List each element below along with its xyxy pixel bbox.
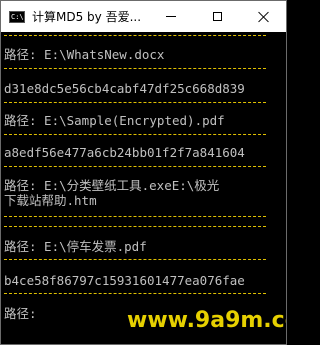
minimize-button[interactable] <box>148 1 194 32</box>
separator-line <box>4 226 266 227</box>
console-line-prompt: 路径: <box>4 306 37 321</box>
separator-line <box>4 259 266 260</box>
separator-line <box>4 68 266 69</box>
separator-line <box>4 35 266 36</box>
console-line-hash: d31e8dc5e56cb4cabf47df25c668d839 <box>4 81 245 96</box>
separator-line <box>4 166 266 167</box>
separator-line <box>4 134 266 135</box>
console-line-path: 路径: E:\停车发票.pdf <box>4 239 147 254</box>
console-line-path: 路径: E:\WhatsNew.docx <box>4 47 165 62</box>
title-bar[interactable]: C:\ 计算MD5 by 吾爱... <box>1 1 286 32</box>
window-title: 计算MD5 by 吾爱... <box>32 10 142 24</box>
separator-line <box>4 293 266 294</box>
console-line-hash: a8edf56e477a6cb24bb01f2f7a841604 <box>4 145 245 160</box>
close-button[interactable] <box>240 1 286 32</box>
console-line-hash: b4ce58f86797c15931601477ea076fae <box>4 273 245 288</box>
site-watermark: www.9a9m.com <box>127 296 286 344</box>
console-line-path: 路径: E:\分类壁纸工具.exeE:\极光 <box>4 178 220 193</box>
console-app-icon[interactable]: C:\ <box>9 10 25 23</box>
maximize-button[interactable] <box>194 1 240 32</box>
console-line-path: 路径: E:\Sample(Encrypted).pdf <box>4 113 225 128</box>
console-line-path-continued: 下载站帮助.htm <box>4 193 97 208</box>
close-icon <box>258 11 269 22</box>
maximize-icon <box>212 12 222 21</box>
separator-line <box>4 102 266 103</box>
console-window: C:\ 计算MD5 by 吾爱... 路径: E:\WhatsNew.docx … <box>0 0 287 345</box>
separator-line <box>4 216 266 217</box>
minimize-icon <box>166 16 176 17</box>
